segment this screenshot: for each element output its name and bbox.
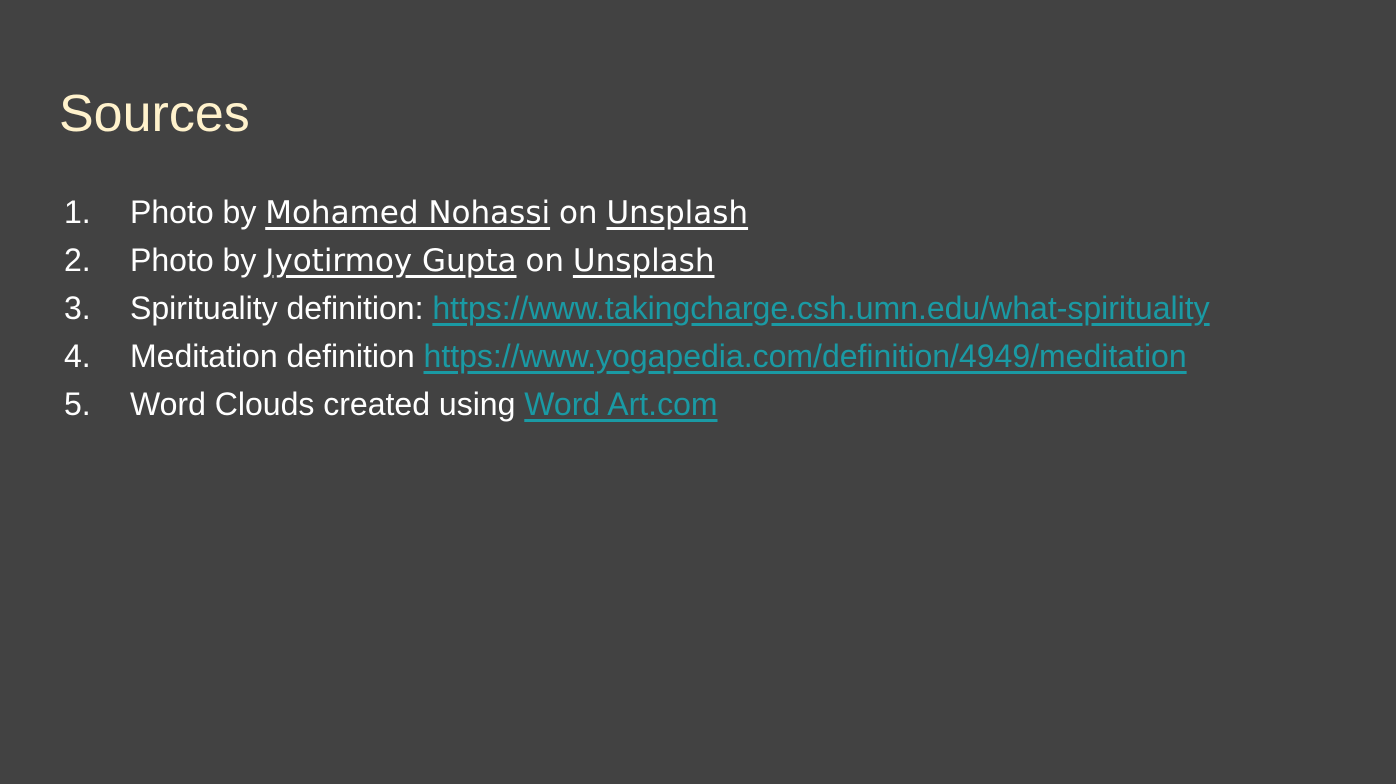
list-item-number: 5. bbox=[64, 386, 91, 422]
list-item-prefix: Meditation definition bbox=[130, 338, 424, 374]
author-link[interactable]: Jyotirmoy Gupta bbox=[265, 243, 516, 279]
list-item-number: 4. bbox=[64, 338, 91, 374]
list-item-prefix: Photo by bbox=[130, 194, 266, 230]
site-link[interactable]: Unsplash bbox=[573, 243, 715, 279]
page-title: Sources bbox=[59, 85, 250, 143]
list-item-content: Word Clouds created using Word Art.com bbox=[130, 380, 718, 428]
word-art-link[interactable]: Word Art.com bbox=[524, 386, 717, 422]
list-item-connector: on bbox=[525, 243, 565, 279]
author-link[interactable]: Mohamed Nohassi bbox=[265, 195, 550, 231]
slide: Sources 1. Photo by Mohamed Nohassi on U… bbox=[0, 0, 1396, 784]
list-item-number: 3. bbox=[64, 290, 91, 326]
list-item-content: Photo by Jyotirmoy Gupta on Unsplash bbox=[130, 236, 714, 285]
definition-link[interactable]: https://www.takingcharge.csh.umn.edu/wha… bbox=[432, 290, 1209, 326]
definition-link[interactable]: https://www.yogapedia.com/definition/494… bbox=[424, 338, 1187, 374]
list-item-number: 2. bbox=[64, 242, 91, 278]
list-item-prefix: Word Clouds created using bbox=[130, 386, 525, 422]
list-item-number: 1. bbox=[64, 194, 91, 230]
list-item-content: Spirituality definition: https://www.tak… bbox=[130, 284, 1210, 332]
site-link[interactable]: Unsplash bbox=[606, 195, 748, 231]
list-item-content: Photo by Mohamed Nohassi on Unsplash bbox=[130, 188, 748, 237]
list-item-connector: on bbox=[558, 195, 598, 231]
list-item-prefix: Photo by bbox=[130, 242, 266, 278]
list-item-prefix: Spirituality definition: bbox=[130, 290, 433, 326]
list-item-content: Meditation definition https://www.yogape… bbox=[130, 332, 1187, 380]
